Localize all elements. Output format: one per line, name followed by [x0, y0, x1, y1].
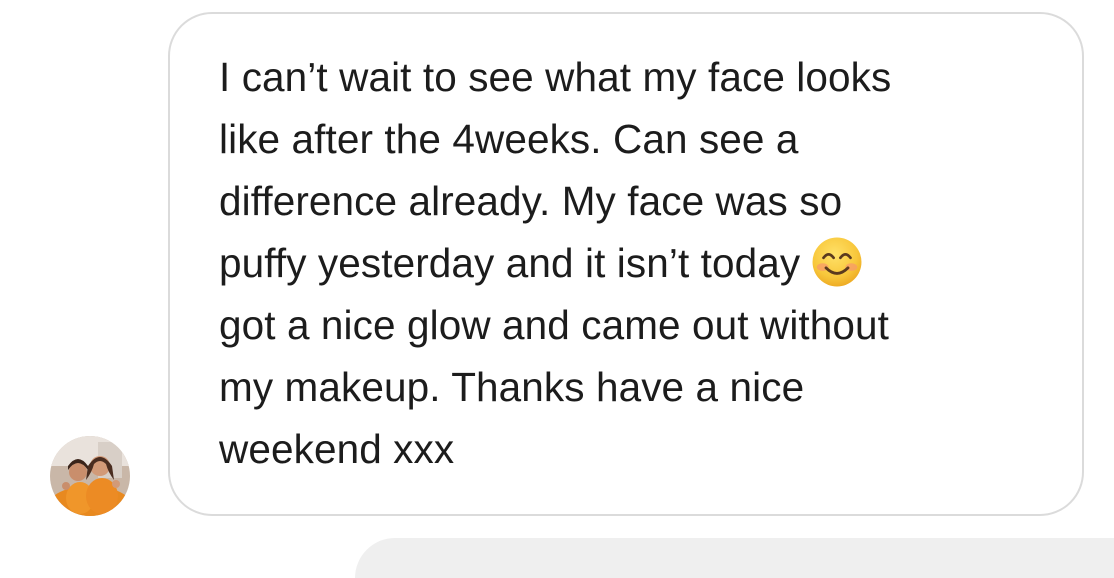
- message-line: like after the 4weeks. Can see a: [219, 116, 799, 162]
- message-line: got a nice glow and came out without: [219, 302, 890, 348]
- message-line: I can’t wait to see what my face looks: [219, 54, 892, 100]
- next-message-bubble-edge: [355, 538, 1114, 578]
- message-line-with-emoji: puffy yesterday and it isn’t today: [219, 232, 1069, 294]
- message-line: difference already. My face was so: [219, 178, 843, 224]
- smiling-face-with-smiling-eyes-icon: [812, 237, 862, 287]
- avatar-photo: [50, 436, 130, 516]
- message-bubble[interactable]: I can’t wait to see what my face looks l…: [168, 12, 1084, 516]
- message-line: puffy yesterday and it isn’t today: [219, 240, 801, 286]
- message-text: I can’t wait to see what my face looks l…: [219, 46, 1069, 480]
- message-line: my makeup. Thanks have a nice: [219, 364, 805, 410]
- avatar[interactable]: [50, 436, 130, 516]
- message-line: weekend xxx: [219, 426, 455, 472]
